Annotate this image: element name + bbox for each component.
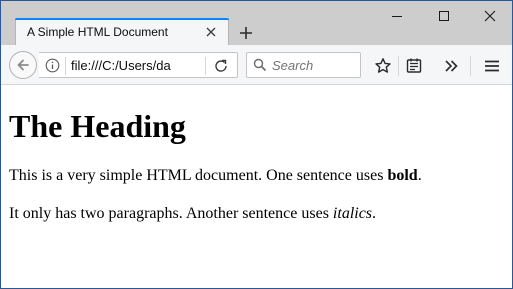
page-content: The Heading This is a very simple HTML d… — [1, 86, 512, 288]
info-icon[interactable] — [45, 58, 60, 73]
toolbar-divider — [398, 56, 399, 76]
overflow-icon[interactable] — [442, 57, 460, 75]
paragraph-2: It only has two paragraphs. Another sent… — [9, 205, 376, 223]
url-bar[interactable]: file:///C:/Users/da — [39, 52, 238, 78]
tab-active[interactable]: A Simple HTML Document — [15, 18, 229, 45]
paragraph-1-text: This is a very simple HTML document. One… — [9, 167, 388, 184]
italic-text: italics — [332, 205, 373, 222]
bold-text: bold — [387, 167, 418, 184]
navigation-bar: file:///C:/Users/da Search — [1, 45, 512, 85]
back-arrow-icon — [17, 59, 29, 71]
reload-icon[interactable] — [213, 58, 229, 74]
reader-icon[interactable] — [405, 57, 423, 75]
search-bar[interactable]: Search — [246, 52, 361, 78]
close-window-icon[interactable] — [482, 8, 498, 24]
tab-accent-line — [15, 18, 229, 20]
star-icon[interactable] — [374, 57, 392, 75]
paragraph-2-text: It only has two paragraphs. Another sent… — [9, 205, 333, 222]
paragraph-2-end: . — [372, 205, 377, 222]
url-input[interactable]: file:///C:/Users/da — [71, 58, 207, 73]
browser-window: A Simple HTML Document file:///C:/Users/… — [0, 0, 513, 289]
tab-title: A Simple HTML Document — [27, 25, 168, 39]
back-button[interactable] — [9, 51, 37, 79]
maximize-icon[interactable] — [436, 8, 452, 24]
hamburger-menu-icon[interactable] — [483, 57, 501, 75]
paragraph-1-end: . — [417, 167, 422, 184]
search-input[interactable]: Search — [272, 58, 313, 73]
minimize-icon[interactable] — [389, 8, 405, 24]
toolbar-divider — [470, 56, 471, 76]
reload-divider — [205, 57, 206, 75]
plus-icon[interactable] — [237, 24, 255, 42]
search-icon — [253, 58, 267, 72]
title-bar: A Simple HTML Document — [1, 1, 512, 45]
url-divider — [65, 57, 66, 75]
paragraph-1: This is a very simple HTML document. One… — [9, 167, 422, 185]
page-heading: The Heading — [9, 108, 186, 144]
close-icon[interactable] — [204, 25, 218, 39]
